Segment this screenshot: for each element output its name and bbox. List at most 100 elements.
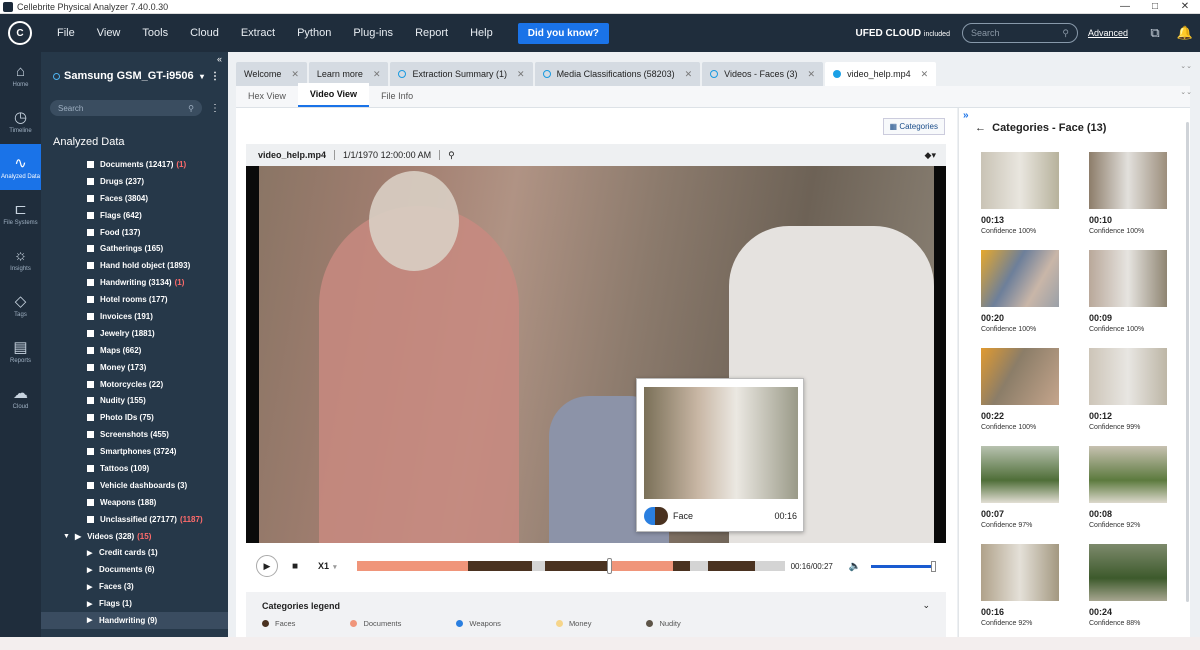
- minimize-button[interactable]: —: [1110, 1, 1140, 12]
- tree-item[interactable]: Faces (3804): [87, 190, 228, 207]
- videos-tree-node[interactable]: ▼ ▶ Videos (328) (15): [41, 528, 228, 545]
- checkbox-icon[interactable]: [87, 177, 94, 185]
- tree-item[interactable]: Money (173): [87, 359, 228, 376]
- menu-cloud[interactable]: Cloud: [179, 27, 230, 39]
- document-tab[interactable]: Videos - Faces (3) ✕: [702, 62, 824, 86]
- document-tab[interactable]: video_help.mp4 ✕: [825, 62, 937, 86]
- face-thumbnail-card[interactable]: 00:07 Confidence 97%: [981, 446, 1061, 529]
- rail-cloud[interactable]: ☁ Cloud: [0, 374, 41, 420]
- tab-close-icon[interactable]: ✕: [921, 69, 929, 80]
- checkbox-icon[interactable]: [87, 397, 94, 405]
- checkbox-icon[interactable]: [87, 211, 94, 219]
- tree-item[interactable]: Screenshots (455): [87, 426, 228, 443]
- expand-arrow-icon[interactable]: ▶: [75, 532, 81, 541]
- volume-icon[interactable]: 🔈: [849, 561, 861, 572]
- checkbox-icon[interactable]: [87, 296, 94, 304]
- did-you-know-button[interactable]: Did you know?: [517, 22, 609, 44]
- tree-item[interactable]: Nudity (155): [87, 392, 228, 409]
- face-detection-preview[interactable]: Face 00:16: [636, 378, 804, 532]
- rail-tags[interactable]: ◇ Tags: [0, 282, 41, 328]
- expand-arrow-icon[interactable]: ▶: [87, 566, 93, 574]
- tree-item[interactable]: Flags (642): [87, 207, 228, 224]
- expand-arrow-icon[interactable]: ▶: [87, 600, 93, 608]
- checkbox-icon[interactable]: [87, 160, 94, 168]
- checkbox-icon[interactable]: [87, 346, 94, 354]
- expand-panel-icon[interactable]: »: [963, 110, 969, 121]
- menu-extract[interactable]: Extract: [230, 27, 286, 39]
- face-thumbnail-card[interactable]: 00:12 Confidence 99%: [1089, 348, 1169, 431]
- search-icon[interactable]: ⚲: [1062, 28, 1069, 39]
- expand-arrow-icon[interactable]: ▶: [87, 616, 93, 624]
- checkbox-icon[interactable]: [87, 329, 94, 337]
- menu-tools[interactable]: Tools: [131, 27, 179, 39]
- checkbox-icon[interactable]: [87, 380, 94, 388]
- checkbox-icon[interactable]: [87, 194, 94, 202]
- maximize-button[interactable]: □: [1140, 1, 1170, 12]
- advanced-search-link[interactable]: Advanced: [1088, 28, 1128, 38]
- search-icon[interactable]: ⚲: [188, 104, 194, 113]
- back-arrow-icon[interactable]: ←: [975, 122, 986, 134]
- face-thumbnail-card[interactable]: 00:20 Confidence 100%: [981, 250, 1061, 333]
- tree-item[interactable]: Gatherings (165): [87, 240, 228, 257]
- video-tree-item[interactable]: ▶ Flags (1): [41, 595, 228, 612]
- tab-close-icon[interactable]: ✕: [291, 69, 299, 80]
- document-tab[interactable]: Media Classifications (58203) ✕: [534, 62, 701, 86]
- face-thumbnail-card[interactable]: 00:24 Confidence 88%: [1089, 544, 1169, 627]
- tree-item[interactable]: Food (137): [87, 224, 228, 241]
- tree-item[interactable]: Documents (12417) (1): [87, 156, 228, 173]
- volume-knob[interactable]: [931, 560, 937, 572]
- menu-help[interactable]: Help: [459, 27, 504, 39]
- tree-item[interactable]: Invoices (191): [87, 308, 228, 325]
- video-tree-item[interactable]: ▶ Credit cards (1): [41, 544, 228, 561]
- rail-timeline[interactable]: ◷ Timeline: [0, 98, 41, 144]
- tab-file-info[interactable]: File Info: [369, 91, 425, 107]
- menu-file[interactable]: File: [46, 27, 86, 39]
- rail-insights[interactable]: ☼ Insights: [0, 236, 41, 282]
- tree-item[interactable]: Vehicle dashboards (3): [87, 477, 228, 494]
- checkbox-icon[interactable]: [87, 262, 94, 270]
- checkbox-icon[interactable]: [87, 363, 94, 371]
- face-thumbnail-card[interactable]: 00:22 Confidence 100%: [981, 348, 1061, 431]
- tree-item[interactable]: Motorcycles (22): [87, 376, 228, 393]
- checkbox-icon[interactable]: [87, 481, 94, 489]
- screen-capture-icon[interactable]: ⧉: [1140, 25, 1170, 41]
- rail-reports[interactable]: ▤ Reports: [0, 328, 41, 374]
- tab-close-icon[interactable]: ✕: [808, 69, 816, 80]
- rail-file-systems[interactable]: ⊏ File Systems: [0, 190, 41, 236]
- face-thumbnail-card[interactable]: 00:13 Confidence 100%: [981, 152, 1061, 235]
- tab-close-icon[interactable]: ✕: [373, 69, 381, 80]
- menu-plugins[interactable]: Plug-ins: [342, 27, 404, 39]
- tree-item[interactable]: Maps (662): [87, 342, 228, 359]
- checkbox-icon[interactable]: [87, 228, 94, 236]
- volume-slider[interactable]: [871, 560, 937, 572]
- faces-scrollbar[interactable]: [1184, 114, 1190, 631]
- checkbox-icon[interactable]: [87, 464, 94, 472]
- face-thumbnail-card[interactable]: 00:10 Confidence 100%: [1089, 152, 1169, 235]
- tree-item[interactable]: Drugs (237): [87, 173, 228, 190]
- video-tree-item[interactable]: ▶ Faces (3): [41, 578, 228, 595]
- tag-dropdown-icon[interactable]: ◆▾: [925, 150, 936, 161]
- face-thumbnail-card[interactable]: 00:08 Confidence 92%: [1089, 446, 1169, 529]
- checkbox-icon[interactable]: [87, 448, 94, 456]
- rail-analyzed-data[interactable]: ∿ Analyzed Data: [0, 144, 41, 190]
- device-dropdown-icon[interactable]: ▾: [200, 72, 204, 81]
- checkbox-icon[interactable]: [87, 414, 94, 422]
- close-button[interactable]: ✕: [1170, 1, 1200, 12]
- expand-arrow-icon[interactable]: ▶: [87, 549, 93, 557]
- video-player[interactable]: Face 00:16: [246, 166, 946, 543]
- collapse-arrow-icon[interactable]: ▼: [63, 533, 70, 540]
- checkbox-icon[interactable]: [87, 245, 94, 253]
- device-more-icon[interactable]: ⋮: [210, 71, 220, 82]
- face-thumbnail-card[interactable]: 00:16 Confidence 92%: [981, 544, 1061, 627]
- chevron-down-icon[interactable]: ⌄: [922, 600, 930, 611]
- checkbox-icon[interactable]: [87, 279, 94, 287]
- faces-scrollbar-thumb[interactable]: [1186, 122, 1189, 602]
- collapse-subtabs-icon[interactable]: ⌄⌄: [1180, 88, 1192, 96]
- tab-close-icon[interactable]: ✕: [517, 69, 525, 80]
- stop-button[interactable]: ■: [292, 561, 298, 572]
- tree-item[interactable]: Unclassified (27177) (1187): [87, 511, 228, 528]
- notification-bell-icon[interactable]: 🔔: [1170, 25, 1200, 41]
- tree-item[interactable]: Hotel rooms (177): [87, 291, 228, 308]
- timeline-playhead[interactable]: [607, 558, 613, 574]
- device-selector[interactable]: Samsung GSM_GT-i9506 Ga... ▾ ⋮: [41, 52, 228, 100]
